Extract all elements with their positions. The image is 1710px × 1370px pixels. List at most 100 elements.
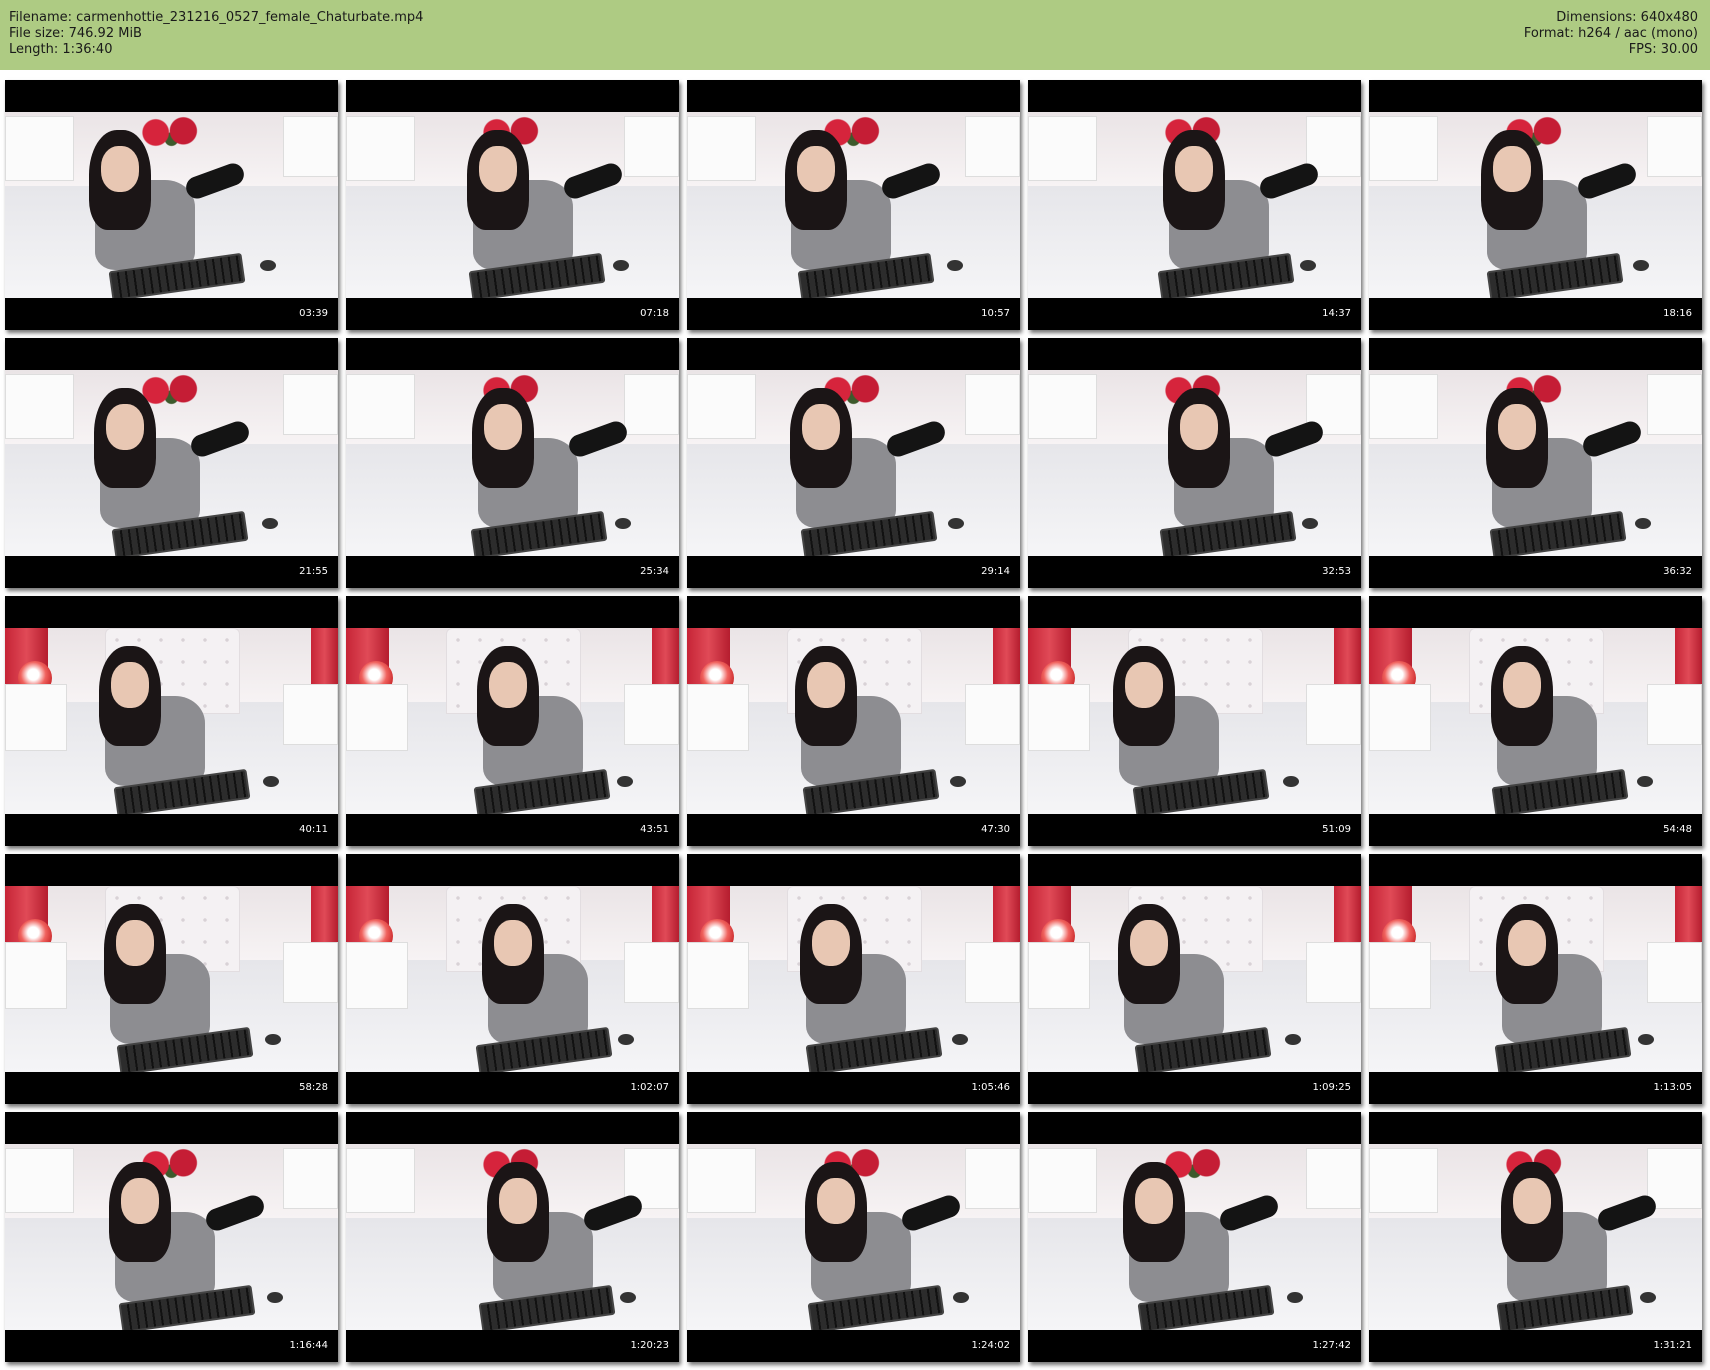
video-thumbnail: 07:18 <box>346 80 679 330</box>
file-info: Filename: carmenhottie_231216_0527_femal… <box>9 10 423 58</box>
frame-shape <box>116 920 154 966</box>
thumbnail-frame-image <box>346 370 679 556</box>
frame-shape <box>260 260 276 271</box>
frame-shape <box>282 941 338 1004</box>
frame-shape <box>1301 518 1318 529</box>
video-thumbnail: 1:02:07 <box>346 854 679 1104</box>
video-thumbnail: 43:51 <box>346 596 679 846</box>
thumbnail-frame-image <box>1369 112 1702 298</box>
frame-shape <box>1125 662 1163 708</box>
frame-shape <box>5 1147 74 1213</box>
video-thumbnail: 1:13:05 <box>1369 854 1702 1104</box>
video-thumbnail: 10:57 <box>687 80 1020 330</box>
timestamp-label: 58:28 <box>299 1082 328 1093</box>
thumbnail-frame-image <box>1028 112 1361 298</box>
timestamp-label: 29:14 <box>981 566 1010 577</box>
video-thumbnail: 58:28 <box>5 854 338 1104</box>
frame-shape <box>615 518 631 529</box>
video-thumbnail: 40:11 <box>5 596 338 846</box>
media-info: Dimensions: 640x480 Format: h264 / aac (… <box>1524 10 1698 58</box>
thumbnail-frame-image <box>687 112 1020 298</box>
thumbnail-frame-image <box>1369 1144 1702 1330</box>
frame-shape <box>1646 683 1702 746</box>
frame-shape <box>687 941 749 1009</box>
timestamp-label: 10:57 <box>981 308 1010 319</box>
timestamp-label: 18:16 <box>1663 308 1692 319</box>
frame-shape <box>1493 146 1531 192</box>
frame-shape <box>346 115 415 181</box>
filesize-text: File size: 746.92 MiB <box>9 26 142 41</box>
frame-shape <box>499 1178 537 1224</box>
filename-text: Filename: carmenhottie_231216_0527_femal… <box>9 10 424 25</box>
thumbnail-frame-image <box>5 1144 338 1330</box>
frame-shape <box>282 683 338 746</box>
thumbnail-frame-image <box>1028 886 1361 1072</box>
frame-shape <box>101 146 139 192</box>
frame-shape <box>807 662 845 708</box>
frame-shape <box>1636 776 1653 787</box>
timestamp-label: 1:16:44 <box>289 1340 328 1351</box>
thumbnail-frame-image <box>1028 628 1361 814</box>
frame-shape <box>1646 1147 1702 1210</box>
thumbnail-frame-image <box>5 628 338 814</box>
frame-shape <box>282 373 338 436</box>
video-thumbnail: 51:09 <box>1028 596 1361 846</box>
frame-shape <box>5 941 67 1009</box>
frame-shape <box>620 1292 636 1303</box>
frame-shape <box>1285 1034 1301 1045</box>
timestamp-label: 43:51 <box>640 824 669 835</box>
frame-shape <box>1300 260 1316 271</box>
frame-shape <box>687 373 756 439</box>
video-thumbnail: 25:34 <box>346 338 679 588</box>
frame-shape <box>1513 1178 1551 1224</box>
video-thumbnail: 14:37 <box>1028 80 1361 330</box>
frame-shape <box>964 683 1020 746</box>
timestamp-label: 40:11 <box>299 824 328 835</box>
timestamp-label: 51:09 <box>1322 824 1351 835</box>
frame-shape <box>1640 1292 1656 1303</box>
thumbnail-frame-image <box>346 112 679 298</box>
video-thumbnail: 32:53 <box>1028 338 1361 588</box>
frame-shape <box>1286 1292 1303 1303</box>
thumbnail-frame-image <box>1369 628 1702 814</box>
video-thumbnail: 1:05:46 <box>687 854 1020 1104</box>
frame-shape <box>1028 115 1097 181</box>
thumbnail-frame-image <box>1369 886 1702 1072</box>
frame-shape <box>282 115 338 178</box>
video-thumbnail: 1:20:23 <box>346 1112 679 1362</box>
frame-shape <box>346 1147 415 1213</box>
frame-shape <box>1369 373 1438 439</box>
timestamp-label: 21:55 <box>299 566 328 577</box>
frame-shape <box>797 146 835 192</box>
frame-shape <box>1369 115 1438 181</box>
frame-shape <box>623 941 679 1004</box>
thumbnail-frame-image <box>687 886 1020 1072</box>
thumbnail-frame-image <box>346 628 679 814</box>
timestamp-label: 1:02:07 <box>630 1082 669 1093</box>
thumbnail-frame-image <box>687 1144 1020 1330</box>
thumbnail-frame-image <box>1369 370 1702 556</box>
frame-shape <box>265 1034 281 1045</box>
video-thumbnail: 36:32 <box>1369 338 1702 588</box>
video-thumbnail: 54:48 <box>1369 596 1702 846</box>
video-thumbnail: 21:55 <box>5 338 338 588</box>
fps-text: FPS: 30.00 <box>1628 42 1698 57</box>
video-thumbnail: 18:16 <box>1369 80 1702 330</box>
frame-shape <box>479 146 517 192</box>
frame-shape <box>5 115 74 181</box>
frame-shape <box>1369 1147 1438 1213</box>
timestamp-label: 25:34 <box>640 566 669 577</box>
video-thumbnail: 03:39 <box>5 80 338 330</box>
length-text: Length: 1:36:40 <box>9 42 113 57</box>
frame-shape <box>1646 373 1702 436</box>
frame-shape <box>1130 920 1168 966</box>
frame-shape <box>1305 683 1361 746</box>
frame-shape <box>1180 404 1218 450</box>
frame-shape <box>964 115 1020 178</box>
frame-shape <box>812 920 850 966</box>
frame-shape <box>346 941 408 1009</box>
frame-shape <box>121 1178 159 1224</box>
frame-shape <box>489 662 527 708</box>
timestamp-label: 1:09:25 <box>1312 1082 1351 1093</box>
info-header: Filename: carmenhottie_231216_0527_femal… <box>0 0 1710 70</box>
